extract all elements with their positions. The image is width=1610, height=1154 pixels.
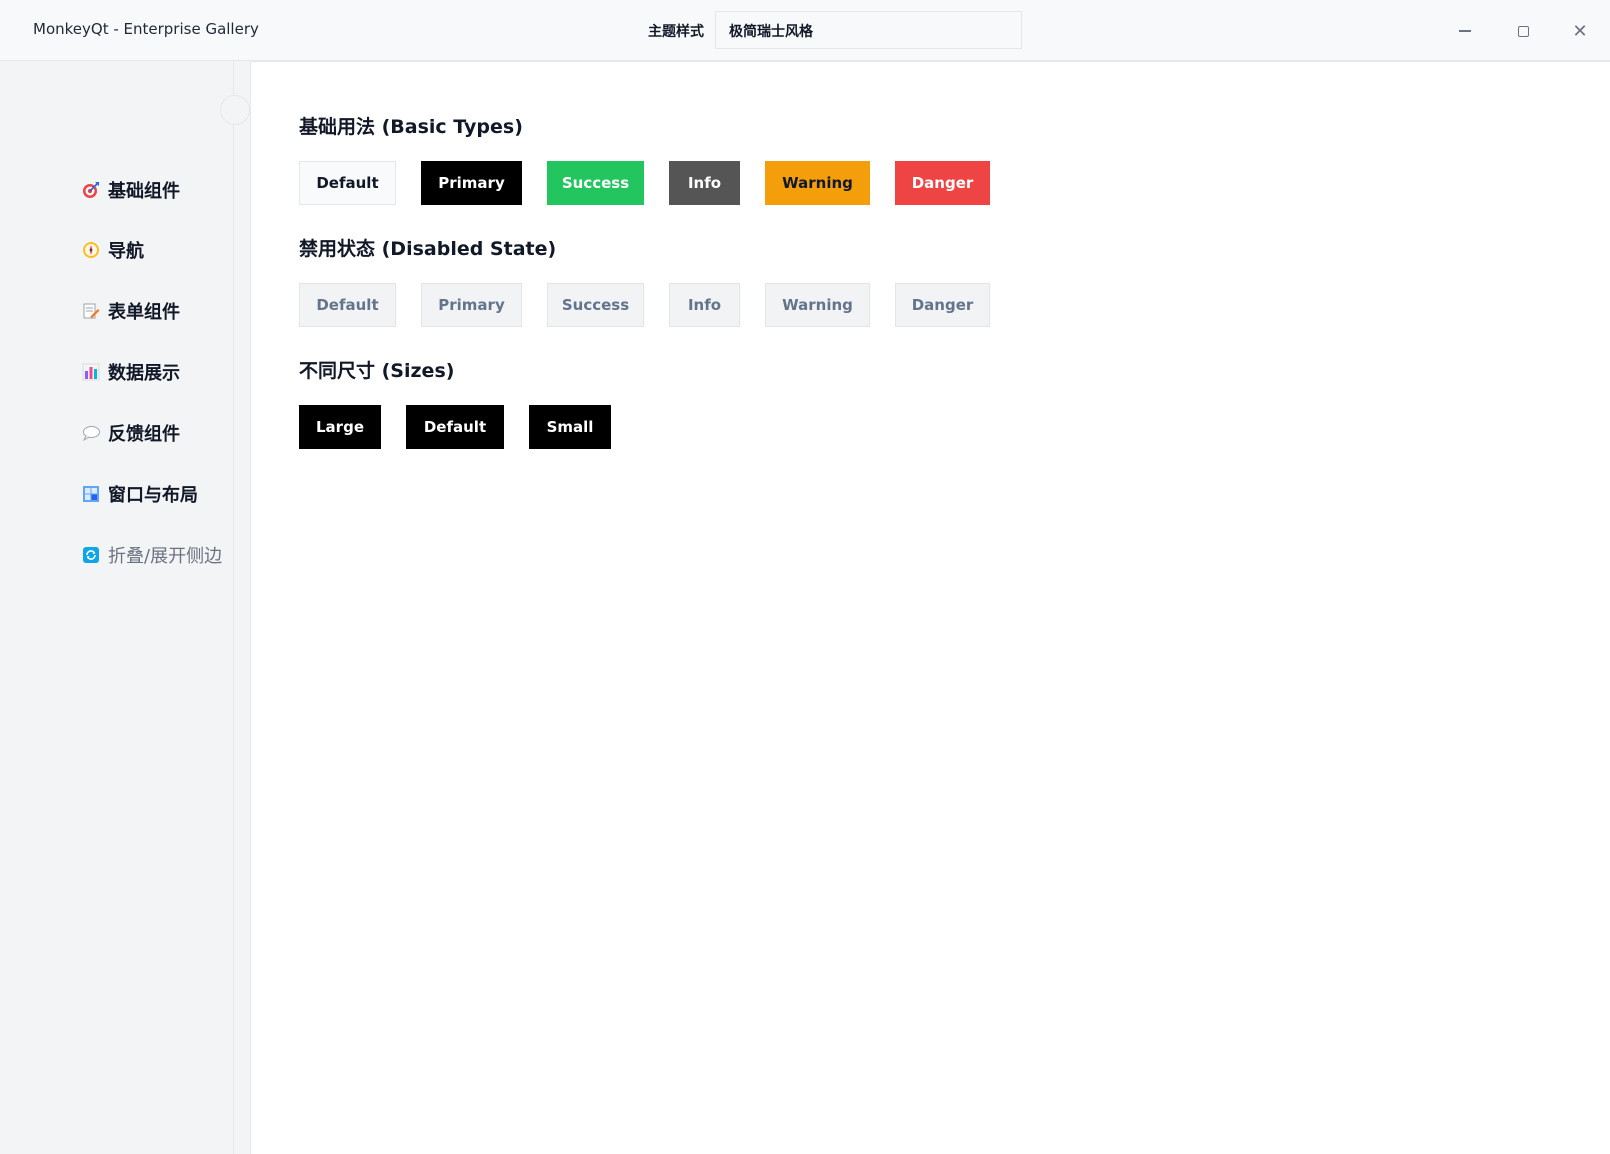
maximize-button[interactable] xyxy=(1505,13,1541,49)
primary-button-disabled: Primary xyxy=(421,283,522,327)
target-icon xyxy=(82,181,100,199)
sidebar-item-feedback-components[interactable]: 反馈组件 xyxy=(82,418,222,448)
sidebar-item-navigation[interactable]: 导航 xyxy=(82,235,222,265)
warning-button[interactable]: Warning xyxy=(765,161,870,205)
section-title-sizes: 不同尺寸 (Sizes) xyxy=(299,360,455,382)
app-title: MonkeyQt - Enterprise Gallery xyxy=(33,20,259,38)
window-icon xyxy=(82,485,100,503)
minimize-icon xyxy=(1459,30,1471,32)
success-button-disabled: Success xyxy=(547,283,644,327)
section-title-basic: 基础用法 (Basic Types) xyxy=(299,116,523,138)
compass-icon xyxy=(82,241,100,259)
theme-style-select[interactable]: 极简瑞士风格 xyxy=(715,11,1022,49)
small-button[interactable]: Small xyxy=(529,405,611,449)
close-icon: ✕ xyxy=(1572,20,1588,42)
section-title-disabled: 禁用状态 (Disabled State) xyxy=(299,238,557,260)
sidebar-item-window-layout[interactable]: 窗口与布局 xyxy=(82,479,222,509)
sidebar-item-label: 基础组件 xyxy=(108,181,180,202)
sidebar-item-data-display[interactable]: 数据展示 xyxy=(82,357,222,387)
primary-button[interactable]: Primary xyxy=(421,161,522,205)
sidebar-item-label: 数据展示 xyxy=(108,363,180,384)
sidebar-item-label: 窗口与布局 xyxy=(108,485,198,506)
info-button[interactable]: Info xyxy=(669,161,740,205)
sidebar-item-label: 折叠/展开侧边栏 xyxy=(108,546,222,567)
title-bar: MonkeyQt - Enterprise Gallery 主题样式 极简瑞士风… xyxy=(0,0,1610,61)
sidebar-item-label: 反馈组件 xyxy=(108,424,180,445)
close-button[interactable]: ✕ xyxy=(1562,13,1598,49)
app-window: MonkeyQt - Enterprise Gallery 主题样式 极简瑞士风… xyxy=(0,0,1610,1154)
bar-chart-icon xyxy=(82,363,100,381)
refresh-icon xyxy=(82,546,100,564)
main-content: 基础用法 (Basic Types) Default Primary Succe… xyxy=(250,61,1610,1154)
large-button[interactable]: Large xyxy=(299,405,381,449)
theme-style-label: 主题样式 xyxy=(648,24,704,40)
sidebar-item-label: 导航 xyxy=(108,241,144,262)
sidebar-item-basic-components[interactable]: 基础组件 xyxy=(82,175,222,205)
warning-button-disabled: Warning xyxy=(765,283,870,327)
default-button[interactable]: Default xyxy=(299,161,396,205)
memo-icon xyxy=(82,302,100,320)
sidebar-item-form-components[interactable]: 表单组件 xyxy=(82,296,222,326)
maximize-icon xyxy=(1517,25,1529,37)
default-size-button[interactable]: Default xyxy=(406,405,504,449)
sidebar-resize-handle[interactable] xyxy=(220,95,250,125)
danger-button-disabled: Danger xyxy=(895,283,990,327)
sidebar: 基础组件 导航 表单组件 数据展示 反馈组件 窗口与布局 折叠/展开侧边 xyxy=(0,61,234,1154)
default-button-disabled: Default xyxy=(299,283,396,327)
sidebar-toggle-collapse[interactable]: 折叠/展开侧边栏 xyxy=(82,540,222,570)
sidebar-item-label: 表单组件 xyxy=(108,302,180,323)
speech-bubble-icon xyxy=(82,424,100,442)
minimize-button[interactable] xyxy=(1447,13,1483,49)
success-button[interactable]: Success xyxy=(547,161,644,205)
danger-button[interactable]: Danger xyxy=(895,161,990,205)
info-button-disabled: Info xyxy=(669,283,740,327)
